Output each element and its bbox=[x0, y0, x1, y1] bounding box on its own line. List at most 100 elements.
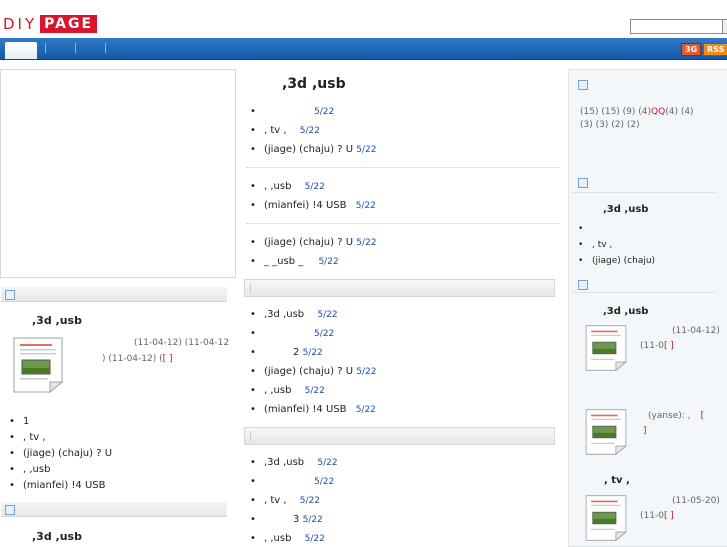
item-date: 5/22 bbox=[299, 126, 320, 136]
item-date: 5/22 bbox=[314, 477, 335, 487]
panel-icon bbox=[5, 290, 15, 300]
list-item[interactable]: , tv , bbox=[9, 432, 45, 443]
nav-tab-2[interactable] bbox=[47, 42, 73, 59]
divider bbox=[572, 292, 717, 293]
right-post-meta-text: (11-0 bbox=[640, 511, 664, 521]
right-section-title-2[interactable]: ,3d ,usb bbox=[603, 306, 648, 317]
center-list-item[interactable]: 3 5/22 bbox=[250, 514, 323, 525]
panel-icon bbox=[578, 80, 588, 90]
panel-icon bbox=[5, 505, 15, 515]
left-post-title-2[interactable]: ,3d ,usb bbox=[32, 530, 82, 543]
center-list-item[interactable]: , ,usb 5/22 bbox=[250, 533, 325, 544]
logo-text-page: PAGE bbox=[40, 15, 98, 33]
left-post-meta-2: ) (11-04-12) ([ ] bbox=[102, 354, 173, 364]
item-date: 5/22 bbox=[304, 534, 325, 544]
item-text: 3 bbox=[293, 514, 300, 525]
item-text: (jiage) (chaju) ? U bbox=[264, 144, 354, 155]
item-text: , tv , bbox=[264, 125, 287, 136]
center-list-item[interactable]: , ,usb 5/22 bbox=[250, 181, 325, 192]
document-thumbnail-icon[interactable] bbox=[584, 494, 628, 542]
item-text: (jiage) (chaju) ? U bbox=[264, 237, 354, 248]
item-text: , ,usb bbox=[264, 533, 292, 544]
center-list-item[interactable]: 5/22 bbox=[250, 106, 335, 117]
item-text: ,3d ,usb bbox=[264, 309, 305, 320]
list-item[interactable]: (jiage) (chaju) ? U bbox=[9, 448, 112, 459]
item-text: (jiage) (chaju) ? U bbox=[264, 366, 354, 377]
item-text: 2 bbox=[293, 347, 300, 358]
center-list-item[interactable]: ,3d ,usb 5/22 bbox=[250, 309, 338, 320]
right-post-title-3[interactable]: , tv , bbox=[604, 475, 630, 486]
center-list-item[interactable]: 5/22 bbox=[250, 328, 334, 339]
search-button[interactable] bbox=[722, 19, 727, 34]
center-list-item[interactable]: 2 5/22 bbox=[250, 347, 323, 358]
center-section-header bbox=[244, 427, 555, 445]
tag-cloud-text: (15) (15) (9) (4) bbox=[580, 107, 652, 117]
item-text: , tv , bbox=[264, 495, 287, 506]
right-section-title[interactable]: ,3d ,usb bbox=[603, 204, 648, 215]
center-list-item[interactable]: ,3d ,usb 5/22 bbox=[250, 457, 337, 468]
nav-separator bbox=[105, 43, 106, 53]
left-post-title[interactable]: ,3d ,usb bbox=[32, 314, 82, 327]
tag-cloud-line-1[interactable]: (15) (15) (9) (4)QQ(4) (4) bbox=[580, 107, 694, 117]
nav-tab-3[interactable] bbox=[77, 42, 103, 59]
center-title[interactable]: ,3d ,usb bbox=[282, 76, 346, 92]
right-post-more-link[interactable]: [ bbox=[701, 411, 705, 421]
item-date: 5/22 bbox=[356, 145, 377, 155]
item-text: ,3d ,usb bbox=[264, 457, 305, 468]
center-list-item[interactable]: (jiage) (chaju) ? U 5/22 bbox=[250, 237, 377, 248]
center-list-item[interactable]: _ _usb _ 5/22 bbox=[250, 256, 339, 267]
item-date: 5/22 bbox=[317, 310, 338, 320]
item-text: , ,usb bbox=[264, 181, 292, 192]
item-date: 5/22 bbox=[314, 107, 335, 117]
list-item[interactable]: 1 bbox=[8, 416, 29, 427]
item-date: 5/22 bbox=[355, 405, 376, 415]
center-list-item[interactable]: , ,usb 5/22 bbox=[250, 385, 325, 396]
right-post-meta-2: (11-0[ ] bbox=[640, 341, 674, 351]
search-input[interactable] bbox=[630, 19, 727, 34]
site-logo[interactable]: DIY PAGE bbox=[3, 14, 98, 34]
right-post-more-link-2[interactable]: ] bbox=[643, 426, 647, 436]
right-list-item[interactable]: (jiage) (chaju) bbox=[578, 256, 655, 266]
3g-badge[interactable]: 3G bbox=[681, 43, 702, 56]
divider bbox=[246, 167, 560, 168]
center-list-item[interactable]: , tv , 5/22 bbox=[250, 495, 320, 506]
document-thumbnail-icon[interactable] bbox=[584, 408, 628, 456]
document-thumbnail-icon[interactable] bbox=[584, 324, 628, 372]
center-list-item[interactable]: (jiage) (chaju) ? U 5/22 bbox=[250, 366, 377, 377]
left-panel-header-2 bbox=[1, 502, 227, 517]
rss-badge[interactable]: RSS bbox=[703, 43, 727, 56]
item-date: 5/22 bbox=[299, 496, 320, 506]
item-date: 5/22 bbox=[318, 257, 339, 267]
left-post-more-link[interactable]: [ ] bbox=[163, 354, 173, 364]
right-post-meta-text: (11-0 bbox=[640, 341, 664, 351]
left-panel-header bbox=[1, 287, 227, 302]
right-post-more-link[interactable]: [ ] bbox=[664, 511, 674, 521]
left-ad-box bbox=[0, 69, 236, 278]
divider bbox=[246, 223, 560, 224]
nav-tab-home[interactable] bbox=[5, 42, 37, 59]
right-post-more-link[interactable]: [ ] bbox=[664, 341, 674, 351]
item-date: 5/22 bbox=[304, 386, 325, 396]
nav-separator bbox=[75, 43, 76, 53]
item-text: (mianfei) !4 USB bbox=[264, 200, 347, 211]
list-item[interactable]: (mianfei) !4 USB bbox=[9, 480, 105, 491]
nav-separator bbox=[45, 43, 46, 53]
right-post-meta-3: (yanse): , [ bbox=[648, 411, 704, 421]
item-date: 5/22 bbox=[302, 515, 323, 525]
right-post-meta-4: (11-05-20) bbox=[672, 496, 720, 506]
right-list-item[interactable]: , tv , bbox=[578, 240, 613, 250]
center-list-item[interactable]: (mianfei) !4 USB 5/22 bbox=[250, 404, 376, 415]
center-list-item[interactable]: , tv , 5/22 bbox=[250, 125, 320, 136]
left-post-meta-text: ) (11-04-12) ( bbox=[102, 354, 163, 364]
center-list-item[interactable]: (mianfei) !4 USB 5/22 bbox=[250, 200, 376, 211]
list-item[interactable]: , ,usb bbox=[9, 464, 51, 475]
right-post-meta: (11-04-12) bbox=[672, 326, 720, 336]
item-date: 5/22 bbox=[356, 238, 377, 248]
center-list-item[interactable]: 5/22 bbox=[250, 476, 335, 487]
center-list-item[interactable]: (jiage) (chaju) ? U 5/22 bbox=[250, 144, 377, 155]
tag-cloud-line-2[interactable]: (3) (3) (2) (2) bbox=[580, 120, 640, 130]
document-thumbnail-icon[interactable] bbox=[12, 336, 64, 394]
item-date: 5/22 bbox=[356, 367, 377, 377]
tag-qq[interactable]: QQ bbox=[651, 107, 665, 117]
tag-cloud-text: (4) (4) bbox=[665, 107, 694, 117]
